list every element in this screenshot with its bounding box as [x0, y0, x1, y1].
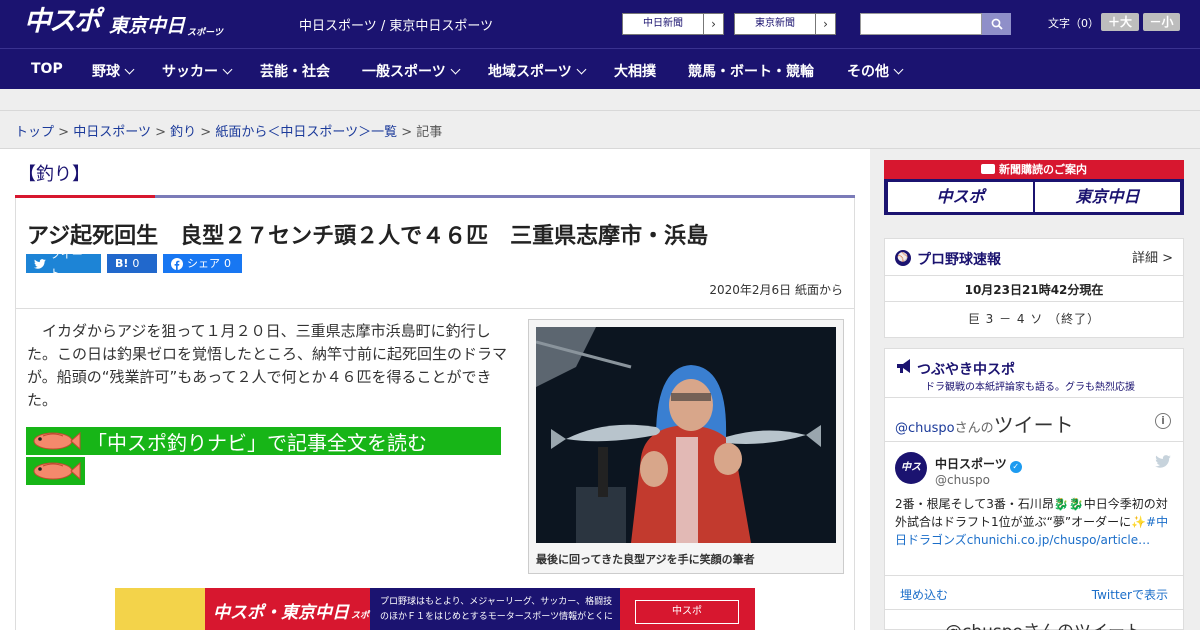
logo-chuspo: 中スポ: [24, 6, 101, 37]
verified-icon: ✓: [1009, 461, 1022, 473]
nav-item-top[interactable]: TOP: [31, 61, 63, 77]
baseball-scores-widget: ⚾ プロ野球速報 詳細 > 10月23日21時42分現在 巨 3 － 4 ソ （…: [884, 238, 1184, 338]
site-search: [860, 13, 1011, 35]
chevron-right-icon: ›: [815, 14, 835, 34]
chuspo-banner-ad[interactable]: 中スポ・東京中日スポーツ プロ野球はもとより、メジャーリーグ、サッカー、格闘技 …: [115, 588, 755, 630]
logo-tokyo: 東京中日: [109, 15, 186, 37]
ad-desc-line2: のほかＦ１をはじめとするモータースポーツ情報がとくに: [380, 612, 613, 622]
site-title: 中日スポーツ / 東京中日スポーツ: [299, 19, 494, 34]
baseball-icon: ⚾: [895, 250, 911, 266]
chevron-down-icon: [124, 64, 135, 74]
font-smaller-button[interactable]: －小: [1143, 13, 1180, 31]
nav-item-soccer[interactable]: サッカー: [162, 61, 233, 81]
twitter-bird-icon: [1155, 455, 1171, 468]
newspaper-icon: [981, 164, 995, 174]
fishing-navi-link[interactable]: 「中スポ釣りナビ」で記事全文を読む: [26, 427, 502, 485]
breadcrumb-current: 記事: [416, 125, 443, 140]
tweet-account-name[interactable]: 中日スポーツ ✓: [935, 455, 1022, 473]
section-title: 【釣り】: [18, 164, 90, 185]
chevron-down-icon: [576, 64, 587, 74]
font-size-label: 文字（0）: [1048, 17, 1099, 30]
chevron-right-icon: ›: [703, 14, 723, 34]
subscription-title: 新聞購読のご案内: [884, 160, 1184, 179]
photo-caption: 最後に回ってきた良型アジを手に笑顔の筆者: [536, 553, 755, 566]
nav-item-baseball[interactable]: 野球: [92, 61, 135, 81]
main-nav: TOP 野球 サッカー 芸能・社会 一般スポーツ 地域スポーツ 大相撲 競馬・ボ…: [0, 48, 1200, 89]
subscribe-tokyo-chunichi-button[interactable]: 東京中日: [1035, 182, 1180, 212]
ad-brand: 中スポ・東京中日: [213, 603, 349, 623]
breadcrumb-paper-list[interactable]: 紙面から＜中日スポーツ＞一覧: [215, 125, 397, 140]
tweet-button[interactable]: ツイート: [26, 248, 101, 280]
search-icon: [991, 18, 1003, 30]
tokyo-shimbun-button[interactable]: 東京新聞 ›: [734, 13, 836, 35]
nav-item-local-sports[interactable]: 地域スポーツ: [488, 61, 587, 81]
hatena-icon: B!: [115, 257, 129, 270]
search-button[interactable]: [982, 13, 1011, 35]
chunichi-shimbun-button[interactable]: 中日新聞 ›: [622, 13, 724, 35]
ad-button[interactable]: 中スポ: [635, 600, 739, 624]
baseball-detail-link[interactable]: 詳細 >: [1132, 247, 1173, 266]
nav-item-sumo[interactable]: 大相撲: [614, 61, 656, 81]
next-timeline-header: @chuspoさんのツイート: [945, 617, 1142, 630]
twitter-widget-title: つぶやき中スポ: [917, 362, 1015, 378]
breadcrumb-separator: >: [58, 125, 70, 140]
chevron-down-icon: [450, 64, 461, 74]
divider: [16, 308, 854, 309]
ad-desc-line1: プロ野球はもとより、メジャーリーグ、サッカー、格闘技: [380, 597, 613, 607]
subscription-box: 新聞購読のご案内 中スポ 東京中日: [884, 160, 1184, 215]
scores-timestamp: 10月23日21時42分現在: [964, 283, 1104, 297]
avatar[interactable]: 中ス: [895, 452, 927, 484]
baseball-widget-title: プロ野球速報: [917, 252, 1001, 268]
chevron-down-icon: [222, 64, 233, 74]
breadcrumb-fishing[interactable]: 釣り: [170, 125, 196, 140]
sea-bream-icon: [33, 431, 81, 451]
logo-sports: スポーツ: [187, 28, 223, 38]
embed-link[interactable]: 埋め込む: [900, 586, 948, 603]
facebook-icon: [171, 257, 183, 270]
breadcrumb: トップ > 中日スポーツ > 釣り > 紙面から＜中日スポーツ＞一覧 > 記事: [15, 121, 442, 140]
info-icon[interactable]: i: [1155, 413, 1171, 429]
twitter-widget-subtitle: ドラ観戦の本紙評論家も語る。グラも熱烈応援: [925, 382, 1135, 393]
article-lead: イカダからアジを狙って１月２０日、三重県志摩市浜島町に釣行した。この日は釣果ゼロ…: [27, 322, 508, 409]
breadcrumb-top[interactable]: トップ: [15, 125, 54, 140]
nav-item-entertainment[interactable]: 芸能・社会: [260, 61, 330, 81]
timeline-header: @chuspoさんのツイート: [895, 413, 1074, 437]
game-score[interactable]: 巨 3 － 4 ソ （終了）: [885, 310, 1183, 327]
breadcrumb-separator: >: [155, 125, 166, 140]
subscribe-chuspo-button[interactable]: 中スポ: [888, 182, 1033, 212]
view-on-twitter-link[interactable]: Twitterで表示: [1092, 586, 1168, 603]
facebook-share-button[interactable]: シェア 0: [163, 254, 242, 273]
twitter-widget: つぶやき中スポ ドラ観戦の本紙評論家も語る。グラも熱烈応援 @chuspoさんの…: [884, 348, 1184, 630]
nav-item-other[interactable]: その他: [847, 61, 904, 81]
article-photo[interactable]: [536, 327, 836, 543]
tweet-text: 2番・根尾そして3番・石川昂🐉🐉中日今季初の対外試合はドラフト1位が並ぶ“夢”オ…: [895, 497, 1169, 547]
site-header: 中スポ 東京中日 スポーツ 中日スポーツ / 東京中日スポーツ 中日新聞 › 東…: [0, 0, 1200, 48]
timeline-handle[interactable]: @chuspo: [895, 421, 955, 436]
breadcrumb-chunichi-sports[interactable]: 中日スポーツ: [73, 125, 151, 140]
sea-bream-icon: [33, 461, 81, 481]
hatena-count: 0: [132, 257, 140, 270]
article-headline: アジ起死回生 良型２７センチ頭２人で４６匹 三重県志摩市・浜島: [27, 224, 709, 249]
article-date: 2020年2月6日 紙面から: [709, 283, 843, 297]
twitter-bird-icon: [34, 258, 46, 269]
search-input[interactable]: [860, 13, 982, 35]
site-logo[interactable]: 中スポ 東京中日 スポーツ: [24, 6, 223, 38]
chevron-down-icon: [893, 64, 904, 74]
facebook-count: 0: [224, 257, 231, 270]
nav-item-racing[interactable]: 競馬・ボート・競輪: [688, 61, 814, 81]
divider: [0, 110, 1200, 111]
article-photo-figure: 最後に回ってきた良型アジを手に笑顔の筆者: [528, 319, 844, 574]
tweet-account-handle[interactable]: @chuspo: [935, 473, 990, 487]
nav-item-general-sports[interactable]: 一般スポーツ: [362, 61, 461, 81]
breadcrumb-separator: >: [401, 125, 413, 140]
font-bigger-button[interactable]: ＋大: [1101, 13, 1139, 31]
megaphone-icon: [897, 359, 910, 373]
breadcrumb-separator: >: [200, 125, 212, 140]
hatena-bookmark-button[interactable]: B! 0: [107, 254, 157, 273]
angler-photo-illustration: [536, 327, 836, 543]
